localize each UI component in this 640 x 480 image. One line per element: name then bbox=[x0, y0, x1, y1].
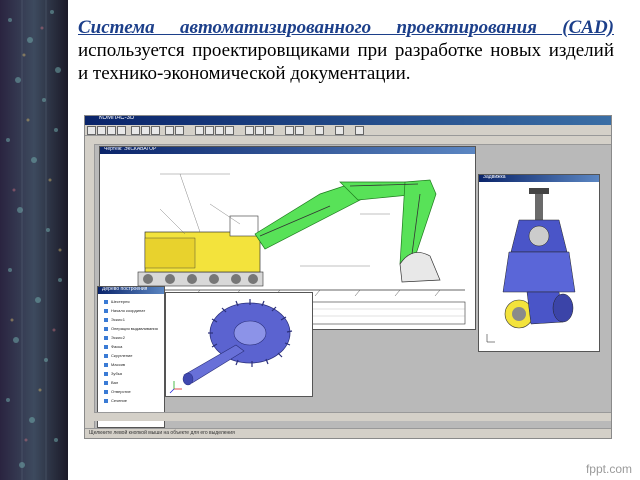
tree-item[interactable]: Зубья bbox=[104, 371, 158, 377]
hole-icon bbox=[104, 390, 108, 394]
tree-item[interactable]: Отверстие bbox=[104, 389, 158, 395]
measure-icon[interactable] bbox=[285, 126, 294, 135]
pattern-icon bbox=[104, 363, 108, 367]
cad-screenshot: КОМПАС-3D Чертеж: ЭКСКАВАТОР Задвижка Де… bbox=[84, 115, 612, 439]
zoom-fit-icon[interactable] bbox=[215, 126, 224, 135]
tree-item[interactable]: Операция выдавливания bbox=[104, 326, 158, 332]
tree-item[interactable]: Эскиз:1 bbox=[104, 317, 158, 323]
tree-item[interactable]: Массив bbox=[104, 362, 158, 368]
extrude-icon bbox=[104, 327, 108, 331]
redo-icon[interactable] bbox=[175, 126, 184, 135]
heading-text: используется проектировщиками при разраб… bbox=[78, 40, 614, 84]
new-file-icon[interactable] bbox=[87, 126, 96, 135]
shaft-icon bbox=[104, 381, 108, 385]
gear-shaft-model bbox=[166, 293, 312, 396]
tree-item[interactable]: Вал bbox=[104, 380, 158, 386]
slide-heading: Система автоматизированного проектирован… bbox=[78, 16, 614, 85]
cad-main-toolbar bbox=[85, 125, 611, 136]
tree-panel-titlebar: Дерево построения bbox=[98, 287, 164, 294]
drawing-window-titlebar: Чертеж: ЭКСКАВАТОР bbox=[100, 147, 475, 154]
tree-panel-title: Дерево построения bbox=[102, 286, 148, 292]
gear-icon bbox=[104, 372, 108, 376]
cad-tool-palette[interactable] bbox=[85, 144, 95, 428]
sketch-icon bbox=[104, 318, 108, 322]
chamfer-icon bbox=[104, 345, 108, 349]
horizontal-scrollbar[interactable] bbox=[94, 412, 611, 421]
paste-icon[interactable] bbox=[151, 126, 160, 135]
cad-window-title: КОМПАС-3D bbox=[99, 115, 135, 121]
wireframe-icon[interactable] bbox=[265, 126, 274, 135]
properties-icon[interactable] bbox=[335, 126, 344, 135]
tree-item[interactable]: Фаска bbox=[104, 344, 158, 350]
axis-icon bbox=[104, 309, 108, 313]
copy-icon[interactable] bbox=[141, 126, 150, 135]
cad-window-titlebar: КОМПАС-3D bbox=[85, 116, 611, 125]
section-icon bbox=[104, 399, 108, 403]
watermark: fppt.com bbox=[585, 462, 632, 476]
fillet-icon bbox=[104, 354, 108, 358]
zoom-out-icon[interactable] bbox=[205, 126, 214, 135]
cut-icon[interactable] bbox=[131, 126, 140, 135]
undo-icon[interactable] bbox=[165, 126, 174, 135]
assembly-window[interactable]: Задвижка bbox=[478, 174, 600, 352]
print-icon[interactable] bbox=[117, 126, 126, 135]
open-file-icon[interactable] bbox=[97, 126, 106, 135]
cad-format-toolbar bbox=[85, 136, 611, 145]
decorative-side-strip bbox=[0, 0, 68, 480]
sketch-icon bbox=[104, 336, 108, 340]
tree-item[interactable]: Скругление bbox=[104, 353, 158, 359]
status-text: Щелкните левой кнопкой мыши на объекте д… bbox=[89, 430, 235, 436]
heading-emphasis: Система автоматизированного проектирован… bbox=[78, 17, 614, 38]
cad-status-bar: Щелкните левой кнопкой мыши на объекте д… bbox=[85, 428, 611, 438]
pan-icon[interactable] bbox=[225, 126, 234, 135]
save-icon[interactable] bbox=[107, 126, 116, 135]
tree-item[interactable]: Шестерня bbox=[104, 299, 158, 305]
library-icon[interactable] bbox=[315, 126, 324, 135]
help-icon[interactable] bbox=[355, 126, 364, 135]
rotate-icon[interactable] bbox=[245, 126, 254, 135]
tree-item[interactable]: Сечение bbox=[104, 398, 158, 404]
tree-item[interactable]: Начало координат bbox=[104, 308, 158, 314]
layers-icon[interactable] bbox=[295, 126, 304, 135]
part-icon bbox=[104, 300, 108, 304]
drawing-window-title: Чертеж: ЭКСКАВАТОР bbox=[104, 146, 157, 152]
tree-item[interactable]: Эскиз:2 bbox=[104, 335, 158, 341]
shade-icon[interactable] bbox=[255, 126, 264, 135]
zoom-in-icon[interactable] bbox=[195, 126, 204, 135]
assembly-window-title: Задвижка bbox=[483, 174, 506, 180]
feature-tree-panel[interactable]: Дерево построения Шестерня Начало коорди… bbox=[97, 286, 165, 428]
gear-model-window[interactable] bbox=[165, 292, 313, 397]
valve-model bbox=[479, 182, 599, 351]
assembly-window-titlebar: Задвижка bbox=[479, 175, 599, 182]
